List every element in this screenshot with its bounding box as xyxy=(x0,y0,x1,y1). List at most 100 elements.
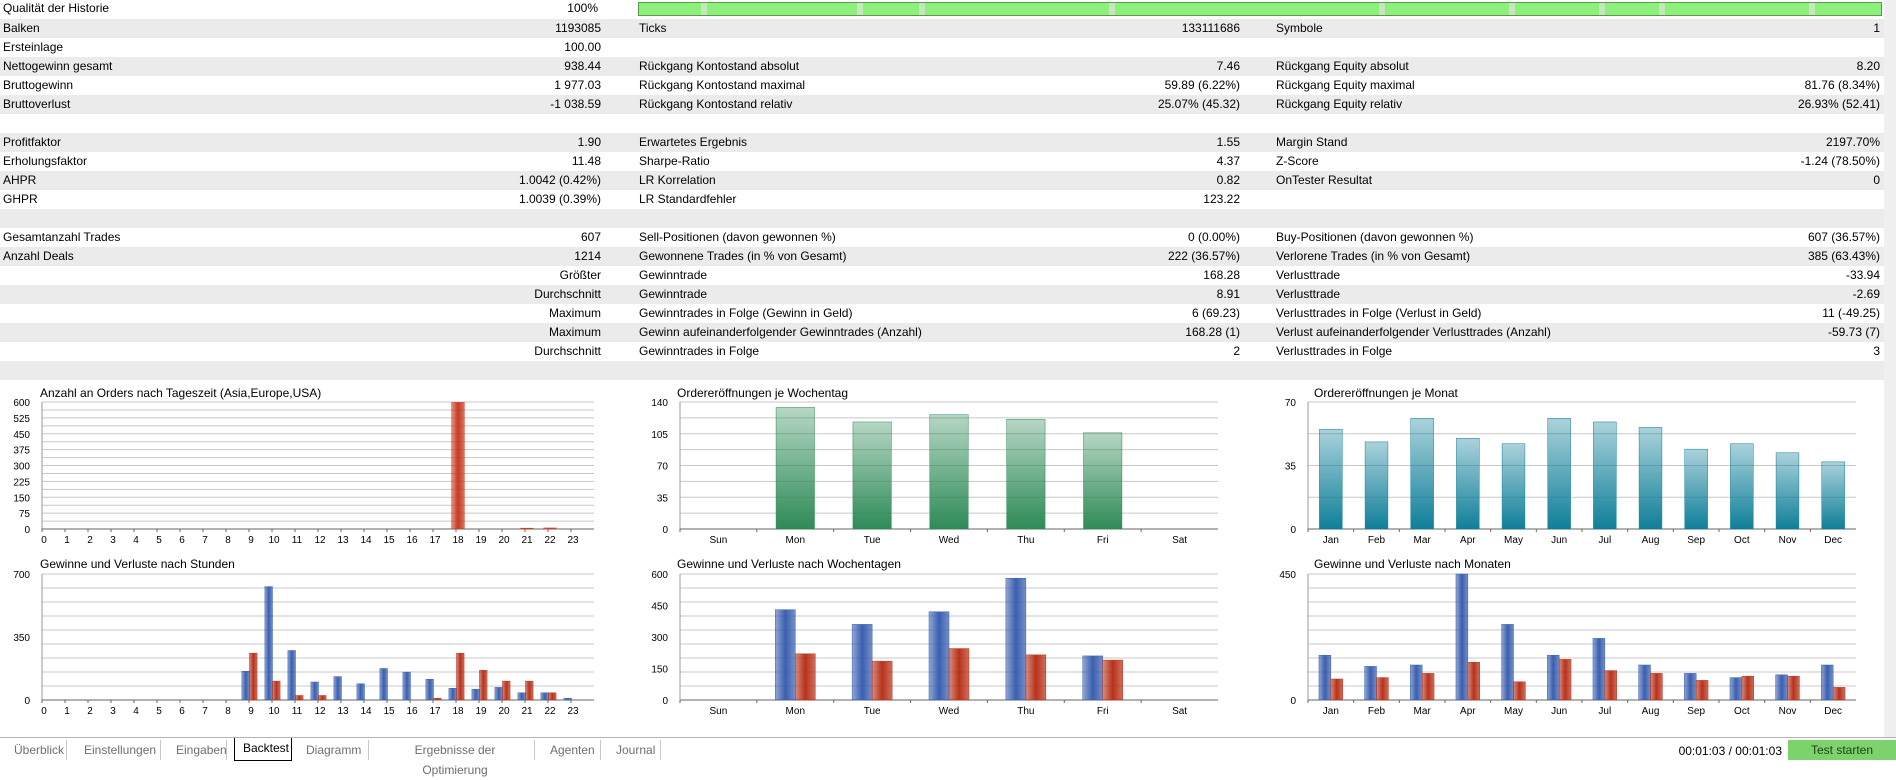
history-quality-bar xyxy=(638,2,1882,16)
stat-value: 168.28 (1) xyxy=(1185,325,1240,339)
x-tick-label: 2 xyxy=(87,706,93,717)
x-tick-label: Tue xyxy=(864,535,881,546)
stat-label: Verlusttrades in Folge xyxy=(1276,344,1393,358)
x-tick-label: Fri xyxy=(1097,535,1109,546)
tab-ergebnisse-der-optimierung[interactable]: Ergebnisse der Optimierung xyxy=(376,740,535,777)
x-tick-label: 5 xyxy=(156,706,162,717)
chart-bar xyxy=(379,668,388,701)
chart-bar xyxy=(310,681,319,701)
tab-einstellungen[interactable]: Einstellungen xyxy=(76,740,161,760)
stats-row: Bruttogewinn 1 977.03 Rückgang Kontostand … xyxy=(0,76,1884,95)
stats-row xyxy=(0,209,1884,228)
x-tick-label: Nov xyxy=(1779,535,1797,546)
stat-label: Gewonnene Trades (in % von Gesamt) xyxy=(639,249,847,263)
stats-row xyxy=(0,361,1884,380)
stat-label: Gewinntrades in Folge xyxy=(639,344,760,358)
stats-row: Balken 1193085 Ticks 133111686 Symbole 1 xyxy=(0,19,1884,38)
x-tick-label: May xyxy=(1504,535,1523,546)
tab-backtest[interactable]: Backtest xyxy=(234,738,292,761)
chart-title: Gewinne und Verluste nach Wochentagen xyxy=(677,557,901,571)
tab-eingaben[interactable]: Eingaben xyxy=(168,740,227,760)
x-tick-label: Feb xyxy=(1368,535,1386,546)
x-tick-label: 15 xyxy=(383,706,395,717)
chart-bar xyxy=(543,527,557,530)
x-tick-label: 4 xyxy=(133,535,139,546)
y-tick-label: 0 xyxy=(662,696,668,707)
y-tick-label: 225 xyxy=(13,477,30,488)
x-tick-label: Jul xyxy=(1598,706,1611,717)
chart-orders_by_hour: Anzahl an Orders nach Tageszeit (Asia,Eu… xyxy=(13,386,594,546)
x-tick-label: 6 xyxy=(179,706,185,717)
stats-row: Bruttoverlust -1 038.59 Rückgang Kontostan… xyxy=(0,95,1884,114)
stat-value: 2197.70% xyxy=(1825,135,1880,149)
x-tick-label: 19 xyxy=(475,706,487,717)
chart-bar xyxy=(1006,418,1046,530)
chart-bar xyxy=(1410,664,1423,701)
stat-label: Verlorene Trades (in % von Gesamt) xyxy=(1276,249,1471,263)
vertical-scrollbar[interactable] xyxy=(1884,0,1896,737)
y-tick-label: 375 xyxy=(13,446,30,457)
stat-value: 0 (0.00%) xyxy=(1187,230,1240,244)
chart-bar xyxy=(318,695,327,701)
chart-bar xyxy=(548,692,557,701)
stats-row: Gesamtanzahl Trades 607 Sell-Positionen (d… xyxy=(0,228,1884,247)
y-tick-label: 450 xyxy=(1279,570,1296,581)
x-tick-label: Mar xyxy=(1414,706,1432,717)
stats-row: Durchschnitt Gewinntrades in Folge 2 Verlus… xyxy=(0,342,1884,361)
tab-diagramm[interactable]: Diagramm xyxy=(298,740,369,760)
x-tick-label: 12 xyxy=(314,706,326,717)
y-tick-label: 75 xyxy=(19,509,31,520)
x-tick-label: Jul xyxy=(1598,535,1611,546)
chart-bar xyxy=(1501,624,1514,701)
stat-value: 81.76 (8.34%) xyxy=(1804,78,1880,92)
chart-bar xyxy=(241,670,250,701)
stat-value: -1.24 (78.50%) xyxy=(1800,154,1880,168)
stat-value: Maximum xyxy=(548,306,601,320)
stat-label: Gewinn aufeinanderfolgender Gewinntrades… xyxy=(639,325,922,339)
history-quality-label: Qualität der Historie xyxy=(3,1,110,15)
x-tick-label: 16 xyxy=(406,535,418,546)
stat-value: Maximum xyxy=(548,325,601,339)
chart-bar xyxy=(1730,443,1754,530)
chart-bar xyxy=(1421,673,1435,701)
tab-agenten[interactable]: Agenten xyxy=(542,740,601,760)
chart-title: Ordereröffnungen je Monat xyxy=(1314,386,1459,400)
chart-bar xyxy=(540,692,549,701)
stat-value: 123.22 xyxy=(1203,192,1240,206)
stat-label: Erholungsfaktor xyxy=(3,154,88,168)
chart-bar xyxy=(1102,659,1123,701)
stat-value: 0 xyxy=(1873,173,1880,187)
history-quality-row: Qualität der Historie 100% xyxy=(0,0,1884,19)
tab-journal[interactable]: Journal xyxy=(608,740,661,760)
x-tick-label: 1 xyxy=(64,706,70,717)
stat-label: Gewinntrades in Folge (Gewinn in Geld) xyxy=(639,306,853,320)
stat-value: 8.91 xyxy=(1216,287,1240,301)
stat-label: Z-Score xyxy=(1276,154,1319,168)
stat-value: 7.46 xyxy=(1216,59,1240,73)
chart-title: Gewinne und Verluste nach Stunden xyxy=(40,557,235,571)
chart-bar xyxy=(1456,438,1480,530)
stats-table: Qualität der Historie 100% Balken 1193085… xyxy=(0,0,1884,380)
chart-bar xyxy=(1330,678,1343,701)
stats-row xyxy=(0,114,1884,133)
x-tick-label: Sun xyxy=(710,706,728,717)
chart-bar xyxy=(928,611,950,701)
chart-bar xyxy=(1501,443,1526,530)
chart-bar xyxy=(272,680,281,701)
stat-label: Gewinntrade xyxy=(639,287,708,301)
stat-label: Rückgang Equity absolut xyxy=(1276,59,1409,73)
stat-label: Bruttoverlust xyxy=(3,97,71,111)
stat-value: -59.73 (7) xyxy=(1827,325,1880,339)
x-tick-label: Sat xyxy=(1172,706,1187,717)
chart-bar xyxy=(1318,654,1332,701)
stat-label: LR Standardfehler xyxy=(639,192,737,206)
x-tick-label: Aug xyxy=(1642,706,1660,717)
x-tick-label: 22 xyxy=(544,706,556,717)
stat-label: LR Korrelation xyxy=(639,173,716,187)
tab-überblick[interactable]: Überblick xyxy=(6,740,67,760)
stats-row: Ersteinlage 100.00 xyxy=(0,38,1884,57)
start-test-button[interactable]: Test starten xyxy=(1788,740,1896,760)
y-tick-label: 0 xyxy=(1290,525,1296,536)
chart-bar xyxy=(1729,677,1743,701)
stat-label: Erwartetes Ergebnis xyxy=(639,135,748,149)
